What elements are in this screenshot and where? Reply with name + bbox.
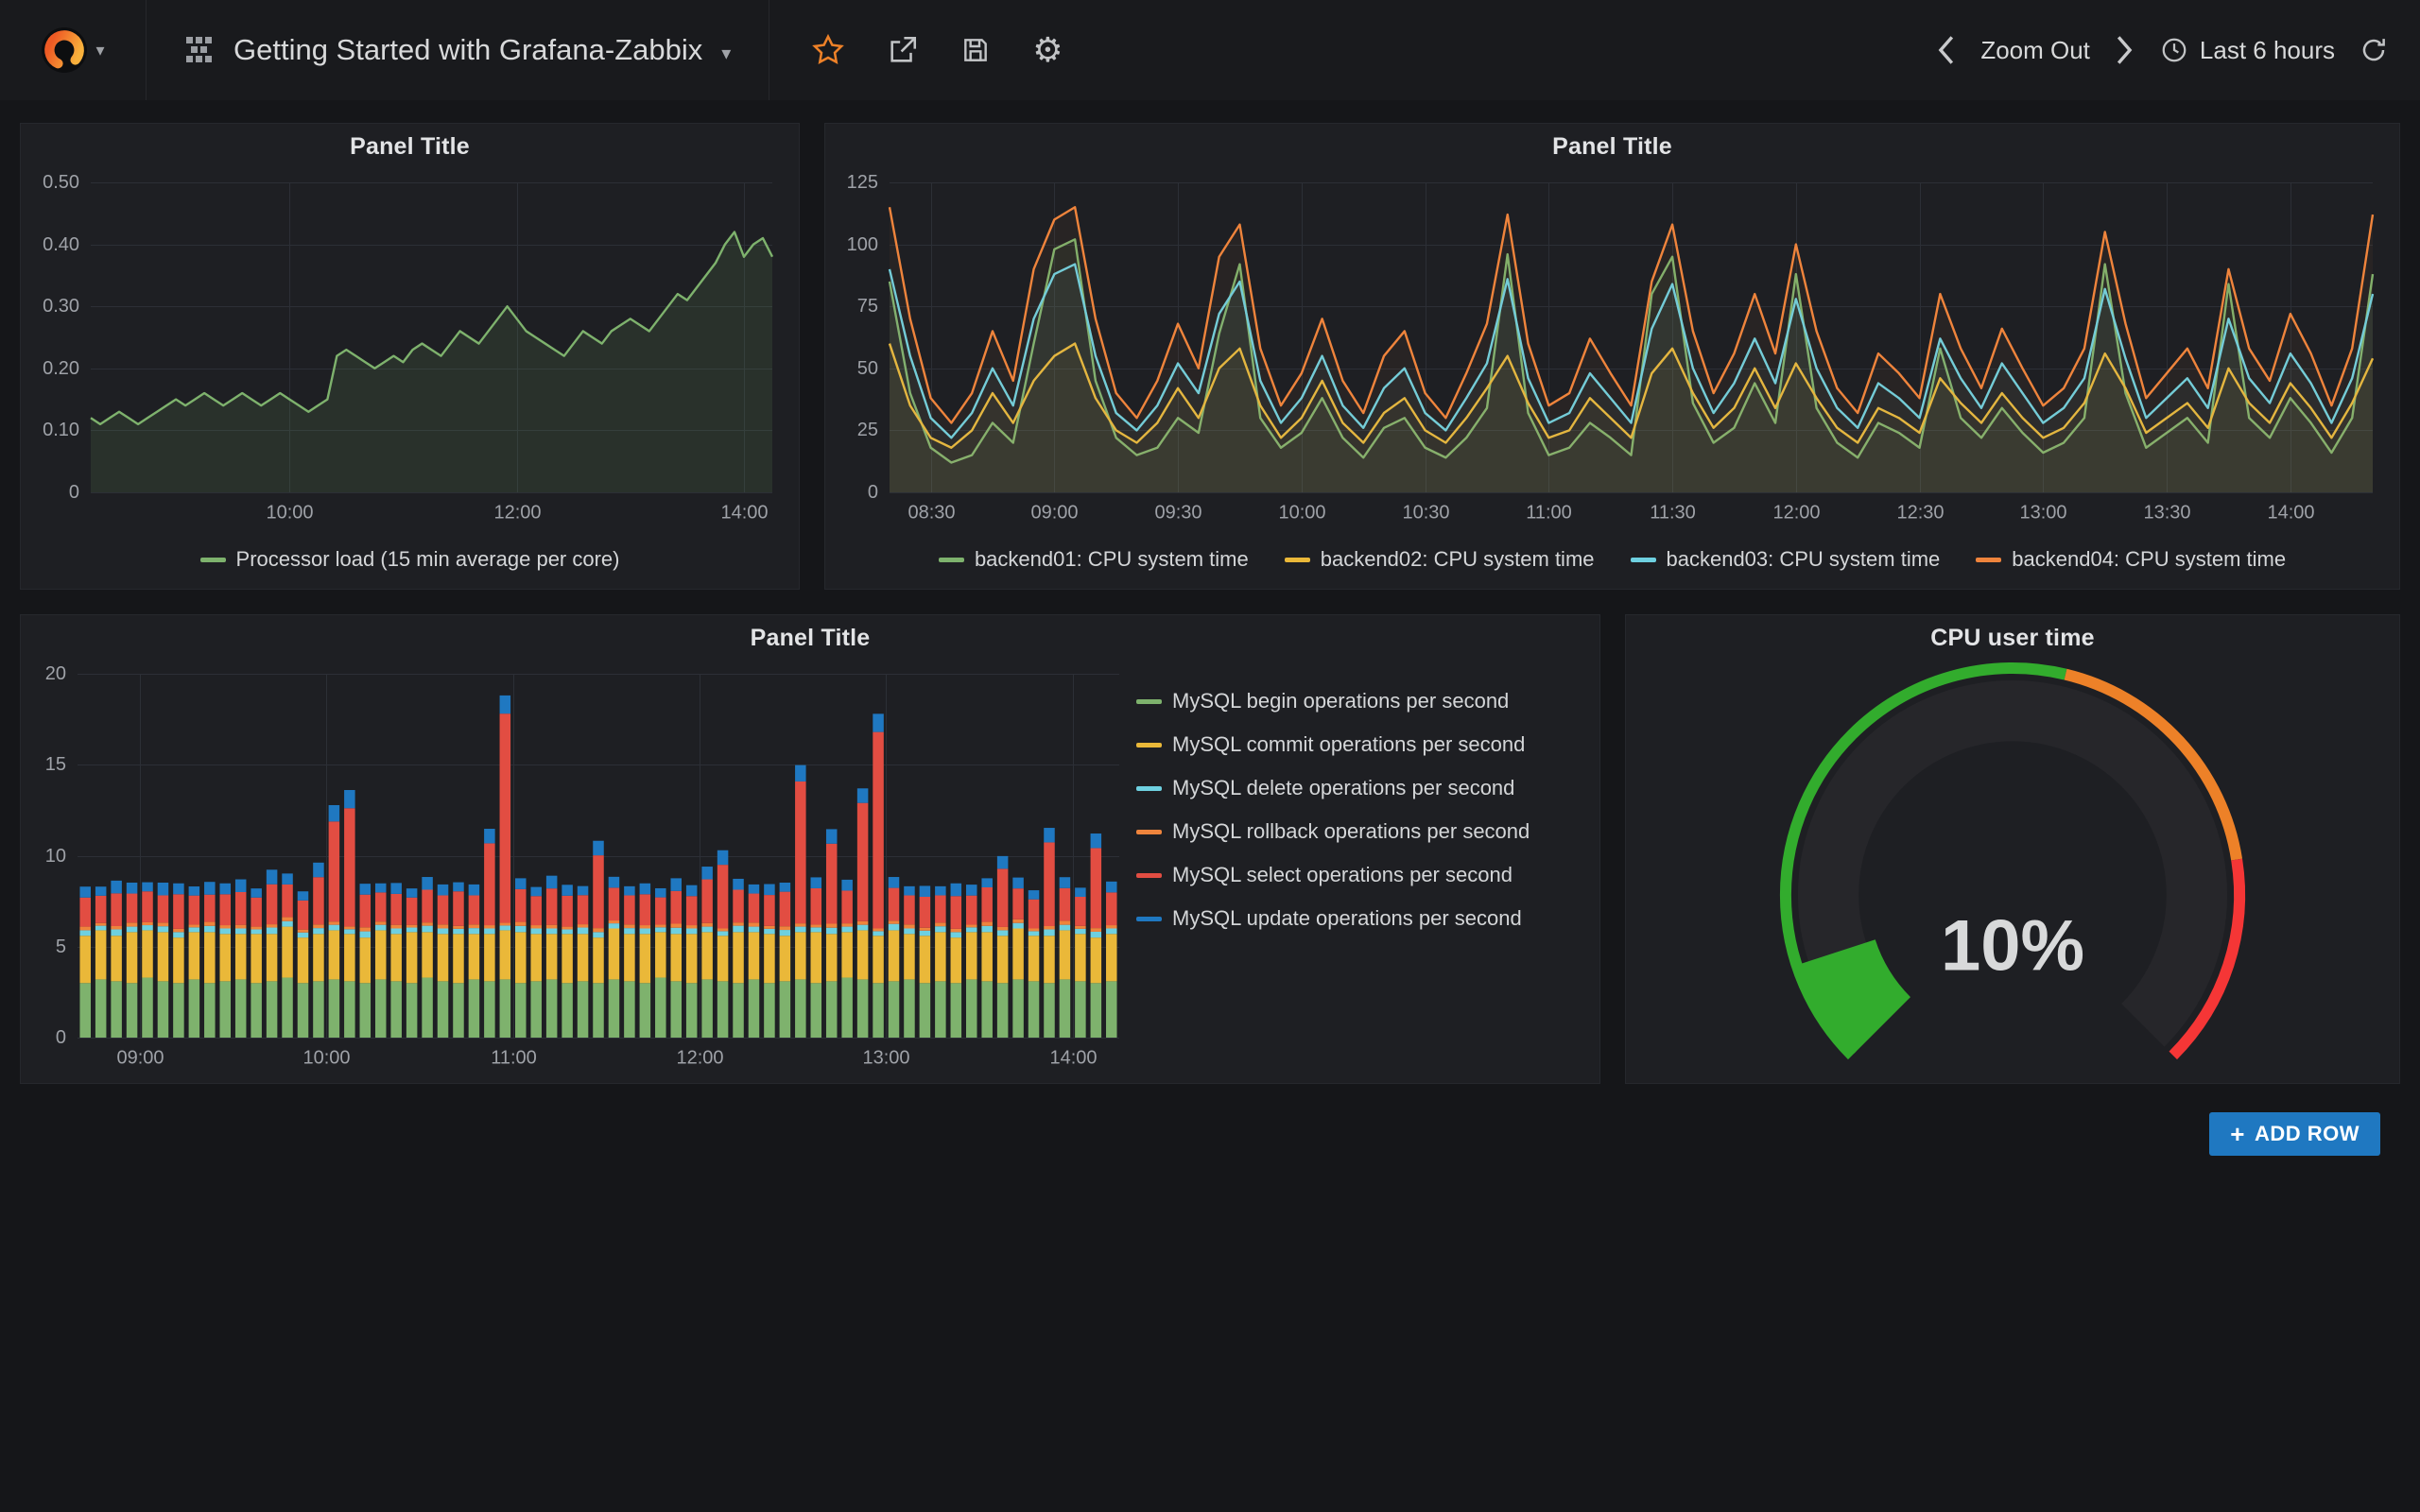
star-icon	[811, 33, 845, 67]
legend-item-label: MySQL delete operations per second	[1172, 776, 1514, 800]
panel-legend: MySQL begin operations per second MySQL c…	[1136, 661, 1590, 1079]
caret-down-icon: ▾	[721, 42, 731, 65]
time-range-picker[interactable]: Last 6 hours	[2160, 36, 2335, 65]
legend-item-label: MySQL rollback operations per second	[1172, 819, 1530, 844]
legend-color-dash	[1136, 786, 1162, 791]
save-dashboard-button[interactable]	[960, 35, 991, 65]
save-icon	[960, 35, 991, 65]
legend-item-label: backend03: CPU system time	[1667, 547, 1941, 572]
panel-legend: backend01: CPU system time backend02: CPU…	[835, 534, 2390, 585]
panel-title[interactable]: Panel Title	[21, 124, 799, 169]
legend-color-dash	[1136, 917, 1162, 921]
panel-cpu-system-time: Panel Title backend01: CPU system timeba…	[824, 123, 2400, 590]
legend-item[interactable]: backend04: CPU system time	[1976, 547, 2286, 572]
legend-color-dash	[1976, 558, 2001, 562]
plus-icon: +	[2230, 1122, 2245, 1146]
time-shift-back-button[interactable]	[1935, 34, 1956, 66]
clock-icon	[2160, 36, 2188, 64]
legend-color-dash	[1136, 699, 1162, 704]
caret-down-icon: ▾	[95, 41, 104, 60]
dashboard-title: Getting Started with Grafana-Zabbix	[233, 33, 702, 67]
legend-item-label: MySQL select operations per second	[1172, 863, 1512, 887]
chevron-left-icon	[1935, 34, 1956, 66]
legend-color-dash	[1285, 558, 1310, 562]
time-shift-forward-button[interactable]	[2115, 34, 2135, 66]
legend-item-label: backend04: CPU system time	[2012, 547, 2286, 572]
legend-color-dash	[1631, 558, 1656, 562]
legend-item[interactable]: MySQL commit operations per second	[1136, 732, 1525, 757]
add-row-button[interactable]: + ADD ROW	[2209, 1112, 2380, 1156]
panel-title[interactable]: Panel Title	[21, 615, 1599, 661]
legend-item[interactable]: MySQL begin operations per second	[1136, 689, 1509, 713]
panel-legend: Processor load (15 min average per core)	[30, 534, 789, 585]
dashboard-title-dropdown[interactable]: Getting Started with Grafana-Zabbix ▾	[147, 0, 769, 100]
legend-item-label: MySQL commit operations per second	[1172, 732, 1525, 757]
legend-item[interactable]: MySQL rollback operations per second	[1136, 819, 1530, 844]
share-dashboard-button[interactable]	[887, 34, 919, 66]
mysql-operations-chart-canvas[interactable]	[30, 661, 1136, 1079]
grafana-menu-button[interactable]: ▾	[0, 0, 146, 100]
gear-icon: ⚙	[1032, 33, 1063, 67]
legend-item[interactable]: MySQL update operations per second	[1136, 906, 1522, 931]
zoom-out-button[interactable]: Zoom Out	[1980, 36, 2090, 65]
legend-item[interactable]: Processor load (15 min average per core)	[200, 547, 620, 572]
legend-item[interactable]: backend02: CPU system time	[1285, 547, 1595, 572]
dashboard-grid-icon	[184, 35, 215, 65]
legend-item-label: MySQL begin operations per second	[1172, 689, 1509, 713]
grafana-logo-icon	[41, 26, 88, 74]
legend-item-label: backend01: CPU system time	[975, 547, 1249, 572]
dashboard-grid: Panel Title Processor load (15 min avera…	[0, 100, 2420, 1156]
cpu-system-time-chart-canvas[interactable]	[835, 169, 2390, 534]
legend-color-dash	[1136, 830, 1162, 834]
legend-item[interactable]: backend03: CPU system time	[1631, 547, 1941, 572]
legend-item-label: backend02: CPU system time	[1321, 547, 1595, 572]
legend-item[interactable]: MySQL delete operations per second	[1136, 776, 1514, 800]
add-row-label: ADD ROW	[2255, 1122, 2360, 1146]
refresh-button[interactable]	[2360, 36, 2388, 64]
star-dashboard-button[interactable]	[811, 33, 845, 67]
processor-load-chart-canvas[interactable]	[30, 169, 789, 534]
legend-color-dash	[1136, 743, 1162, 747]
cpu-user-time-gauge-canvas[interactable]	[1635, 661, 2390, 1079]
time-range-label: Last 6 hours	[2200, 36, 2335, 65]
legend-color-dash	[1136, 873, 1162, 878]
top-navbar: ▾ Getting Started with Grafana-Zabbix ▾	[0, 0, 2420, 100]
panel-mysql-operations: Panel Title MySQL begin operations per s…	[20, 614, 1600, 1084]
legend-item-label: MySQL update operations per second	[1172, 906, 1522, 931]
legend-item[interactable]: backend01: CPU system time	[939, 547, 1249, 572]
settings-button[interactable]: ⚙	[1032, 33, 1063, 67]
panel-title[interactable]: Panel Title	[825, 124, 2399, 169]
legend-color-dash	[939, 558, 964, 562]
legend-item[interactable]: MySQL select operations per second	[1136, 863, 1512, 887]
panel-cpu-user-time: CPU user time	[1625, 614, 2400, 1084]
chevron-right-icon	[2115, 34, 2135, 66]
legend-item-label: Processor load (15 min average per core)	[236, 547, 620, 572]
refresh-icon	[2360, 36, 2388, 64]
panel-title[interactable]: CPU user time	[1626, 615, 2399, 661]
panel-processor-load: Panel Title Processor load (15 min avera…	[20, 123, 800, 590]
share-icon	[887, 34, 919, 66]
legend-color-dash	[200, 558, 226, 562]
